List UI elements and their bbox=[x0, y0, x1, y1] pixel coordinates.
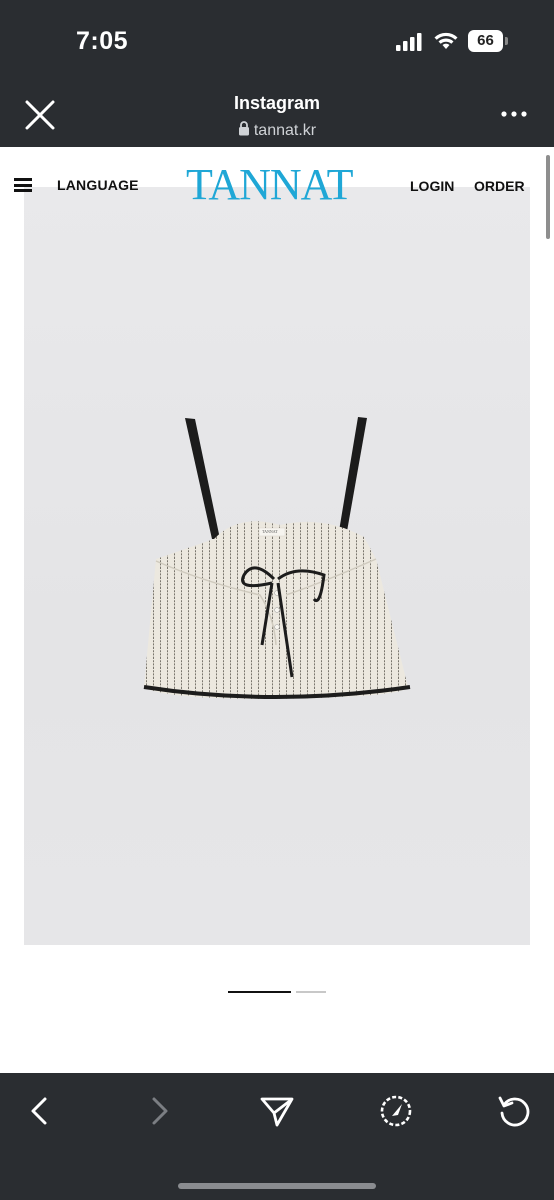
carousel-indicator-active[interactable] bbox=[228, 991, 291, 993]
share-icon[interactable] bbox=[255, 1089, 299, 1133]
browser-toolbar bbox=[0, 1073, 554, 1200]
product-image[interactable]: TANNAT bbox=[24, 187, 530, 945]
signal-icon bbox=[396, 33, 422, 51]
hamburger-menu-icon[interactable] bbox=[14, 178, 32, 192]
battery-level: 66 bbox=[468, 30, 503, 52]
back-icon[interactable] bbox=[18, 1089, 62, 1133]
battery-icon: 66 bbox=[468, 30, 508, 52]
browser-url[interactable]: tannat.kr bbox=[0, 121, 554, 140]
wifi-icon bbox=[434, 32, 458, 49]
in-app-browser-header: Instagram tannat.kr bbox=[0, 82, 554, 147]
reload-icon[interactable] bbox=[492, 1089, 536, 1133]
nav-language-link[interactable]: LANGUAGE bbox=[57, 177, 139, 193]
nav-order-link[interactable]: ORDER bbox=[474, 178, 525, 194]
web-page: TANNAT LANGUAGE TANNAT LOGIN ORDER bbox=[0, 147, 554, 1073]
status-bar: 7:05 66 bbox=[0, 0, 554, 82]
garment-label-tag: TANNAT bbox=[262, 529, 278, 534]
browser-title: Instagram bbox=[233, 93, 321, 113]
site-logo[interactable]: TANNAT bbox=[186, 159, 353, 210]
carousel-indicator-inactive[interactable] bbox=[296, 991, 326, 993]
nav-login-link[interactable]: LOGIN bbox=[410, 178, 454, 194]
safari-compass-icon[interactable] bbox=[374, 1089, 418, 1133]
browser-url-text: tannat.kr bbox=[253, 122, 317, 139]
status-time: 7:05 bbox=[76, 27, 129, 55]
site-nav: LANGUAGE TANNAT LOGIN ORDER bbox=[0, 147, 554, 225]
forward-icon[interactable] bbox=[137, 1089, 181, 1133]
striped-camisole-top-image bbox=[143, 417, 411, 699]
lock-icon bbox=[238, 121, 249, 136]
home-indicator[interactable] bbox=[178, 1183, 376, 1189]
more-icon[interactable] bbox=[498, 104, 532, 124]
page-scrollbar[interactable] bbox=[546, 155, 550, 239]
